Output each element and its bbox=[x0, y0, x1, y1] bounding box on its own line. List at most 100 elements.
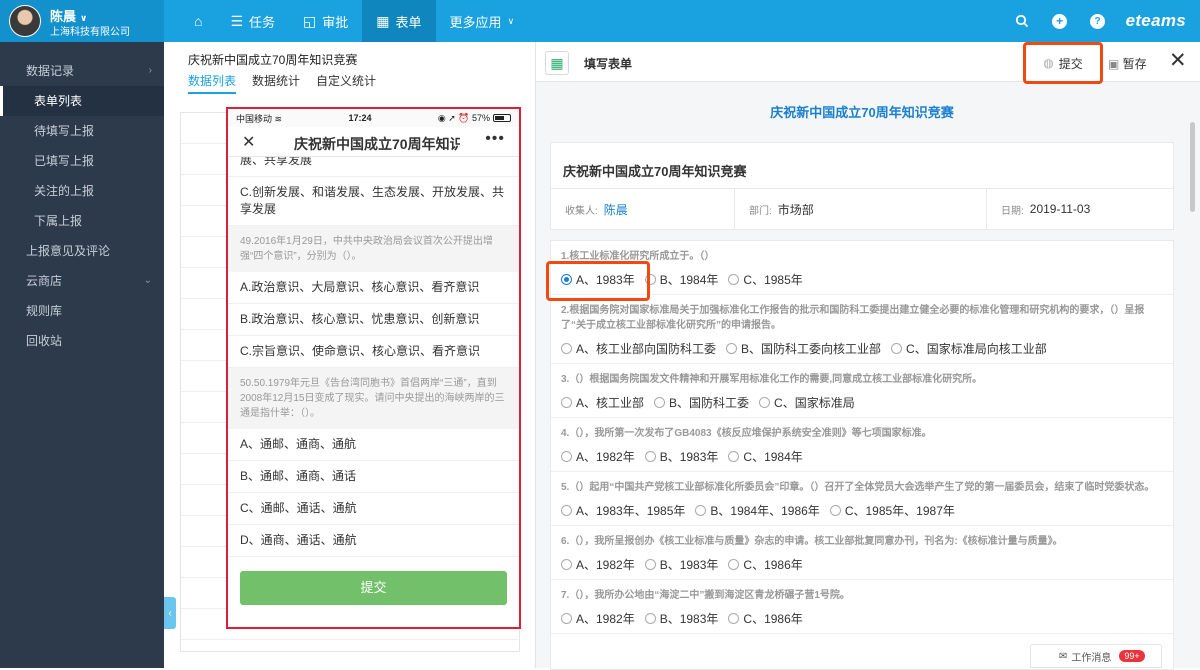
close-icon[interactable]: ✕ bbox=[1169, 48, 1187, 73]
radio-option[interactable]: C、国家标准局 bbox=[759, 394, 855, 411]
phone-submit-button[interactable]: 提交 bbox=[240, 571, 507, 605]
close-icon[interactable]: ✕ bbox=[242, 132, 255, 152]
sidebar-item[interactable]: 表单列表 bbox=[0, 86, 164, 116]
phone-option[interactable]: B.政治意识、核心意识、忧患意识、创新意识 bbox=[228, 304, 519, 336]
radio-button[interactable] bbox=[644, 612, 656, 624]
radio-option[interactable]: C、1986年 bbox=[728, 556, 803, 573]
submit-button[interactable]: ◍ 提交 bbox=[1023, 42, 1103, 84]
sidebar-item[interactable]: 下属上报 bbox=[0, 206, 164, 236]
radio-button[interactable] bbox=[728, 273, 740, 285]
phone-option[interactable]: A.政治意识、大局意识、核心意识、看齐意识 bbox=[228, 272, 519, 304]
nav-item-approval[interactable]: ◱ 审批 bbox=[289, 0, 362, 42]
radio-button[interactable] bbox=[561, 612, 572, 624]
brand-logo: eteams bbox=[1125, 11, 1186, 30]
phone-option[interactable]: C、通邮、通话、通航 bbox=[228, 493, 519, 525]
radio-button[interactable] bbox=[561, 273, 572, 285]
radio-button[interactable] bbox=[759, 396, 771, 408]
sidebar-item[interactable]: 待填写上报 bbox=[0, 116, 164, 146]
radio-option[interactable]: B、国防科工委 bbox=[654, 394, 749, 411]
form-body: 庆祝新中国成立70周年知识竞赛 庆祝新中国成立70周年知识竞赛 收集人: 陈晨 部… bbox=[550, 82, 1174, 670]
more-icon[interactable]: ••• bbox=[485, 130, 505, 148]
radio-option[interactable]: A、1983年 bbox=[561, 271, 635, 288]
phone-option[interactable]: B、通邮、通商、通话 bbox=[228, 461, 519, 493]
radio-button[interactable] bbox=[561, 450, 572, 462]
tab-1[interactable]: 数据统计 bbox=[252, 72, 300, 94]
sidebar-item[interactable]: 规则库 bbox=[0, 296, 164, 326]
nav-item-home[interactable]: ⌂ bbox=[180, 0, 216, 42]
radio-option[interactable]: A、1982年 bbox=[561, 556, 635, 573]
phone-question: 49.2016年1月29日，中共中央政治局会议首次公开提出增强“四个意识”，分别… bbox=[228, 226, 519, 272]
radio-option[interactable]: B、1984年 bbox=[644, 271, 718, 288]
radio-option[interactable]: A、1982年 bbox=[561, 448, 635, 465]
radio-button[interactable] bbox=[644, 558, 656, 570]
answer-options: A、1982年 B、1983年 C、1986年 bbox=[561, 549, 1163, 579]
search-icon[interactable] bbox=[1012, 11, 1032, 31]
work-messages-button[interactable]: ✉ 工作消息 99+ bbox=[1030, 644, 1162, 668]
radio-option[interactable]: C、1984年 bbox=[728, 448, 803, 465]
sidebar-item[interactable]: 云商店 ⌄ bbox=[0, 266, 164, 296]
radio-option[interactable]: C、1986年 bbox=[728, 610, 803, 627]
sidebar-item[interactable]: 回收站 bbox=[0, 326, 164, 356]
radio-button[interactable] bbox=[644, 273, 656, 285]
radio-option[interactable]: A、核工业部 bbox=[561, 394, 644, 411]
add-icon[interactable]: + bbox=[1050, 11, 1070, 31]
question-text: 3.（）根据国务院国发文件精神和开展军用标准化工作的需要,同意成立核工业部标准化… bbox=[561, 374, 983, 385]
radio-button[interactable] bbox=[695, 504, 707, 516]
radio-button[interactable] bbox=[654, 396, 666, 408]
radio-button[interactable] bbox=[726, 342, 738, 354]
tab-2[interactable]: 自定义统计 bbox=[316, 72, 376, 94]
save-draft-button[interactable]: ▣ 暂存 bbox=[1108, 55, 1147, 72]
nav-item-chevron-down[interactable]: 更多应用 ∨ bbox=[436, 0, 529, 42]
phone-option[interactable]: D、通商、通话、通航 bbox=[228, 525, 519, 557]
radio-option[interactable]: C、1985年、1987年 bbox=[829, 502, 955, 519]
collector-value[interactable]: 陈晨 bbox=[604, 201, 628, 218]
radio-button[interactable] bbox=[728, 558, 740, 570]
radio-option[interactable]: C、国家标准局向核工业部 bbox=[891, 340, 1047, 357]
phone-option[interactable]: C.创新发展、和谐发展、生态发展、开放发展、共享发展 bbox=[228, 177, 519, 226]
radio-button[interactable] bbox=[891, 342, 903, 354]
sidebar-item[interactable]: 已填写上报 bbox=[0, 146, 164, 176]
question-item: 5.（）起用“中国共产党核工业部标准化所委员会”印章。（）召开了全体党员大会选举… bbox=[551, 472, 1173, 526]
radio-option[interactable]: A、1983年、1985年 bbox=[561, 502, 685, 519]
radio-button[interactable] bbox=[728, 450, 740, 462]
phone-option[interactable]: 展、共享发展 bbox=[228, 157, 519, 177]
radio-option[interactable]: B、1983年 bbox=[644, 448, 718, 465]
radio-button[interactable] bbox=[644, 450, 656, 462]
user-menu[interactable]: 陈晨 ∨ 上海科技有限公司 bbox=[0, 0, 164, 42]
help-icon[interactable]: ? bbox=[1088, 11, 1108, 31]
option-label: B、1983年 bbox=[659, 611, 719, 626]
radio-option[interactable]: A、1982年 bbox=[561, 610, 635, 627]
radio-button[interactable] bbox=[728, 612, 740, 624]
nav-item-table[interactable]: ▦ 表单 bbox=[362, 0, 436, 42]
radio-button[interactable] bbox=[561, 396, 572, 408]
radio-option[interactable]: B、1983年 bbox=[644, 556, 718, 573]
sidebar-item[interactable]: 数据记录 › bbox=[0, 56, 164, 86]
date-value: 2019-11-03 bbox=[1029, 202, 1091, 216]
collapse-sidebar-button[interactable]: ‹ bbox=[164, 597, 176, 629]
chevron-right-icon: › bbox=[148, 65, 152, 76]
radio-button[interactable] bbox=[829, 504, 841, 516]
radio-option[interactable]: A、核工业部向国防科工委 bbox=[561, 340, 716, 357]
sidebar-item-label: 已填写上报 bbox=[34, 154, 95, 168]
phone-option[interactable]: A、通邮、通商、通航 bbox=[228, 429, 519, 461]
tab-0[interactable]: 数据列表 bbox=[188, 72, 237, 94]
radio-option[interactable]: B、1983年 bbox=[644, 610, 719, 627]
radio-option[interactable]: B、1984年、1986年 bbox=[695, 502, 820, 519]
scrollbar[interactable] bbox=[1188, 82, 1196, 668]
radio-option[interactable]: B、国防科工委向核工业部 bbox=[726, 340, 881, 357]
radio-button[interactable] bbox=[561, 558, 572, 570]
option-label: A、1982年 bbox=[576, 611, 635, 626]
collector-field: 收集人: 陈晨 bbox=[551, 189, 735, 229]
radio-button[interactable] bbox=[561, 504, 572, 516]
sidebar-item[interactable]: 关注的上报 bbox=[0, 176, 164, 206]
sidebar-item[interactable]: 上报意见及评论 bbox=[0, 236, 164, 266]
scrollbar-thumb[interactable] bbox=[1190, 122, 1195, 212]
answer-options: A、1982年 B、1983年 C、1986年 bbox=[561, 603, 1163, 633]
form-main-title: 庆祝新中国成立70周年知识竞赛 bbox=[770, 105, 954, 120]
radio-option[interactable]: C、1985年 bbox=[728, 271, 803, 288]
avatar[interactable] bbox=[9, 5, 41, 37]
nav-label: 审批 bbox=[322, 14, 349, 30]
phone-option[interactable]: C.宗旨意识、使命意识、核心意识、看齐意识 bbox=[228, 336, 519, 368]
radio-button[interactable] bbox=[561, 342, 572, 354]
nav-item-list[interactable]: ☰ 任务 bbox=[216, 0, 289, 42]
